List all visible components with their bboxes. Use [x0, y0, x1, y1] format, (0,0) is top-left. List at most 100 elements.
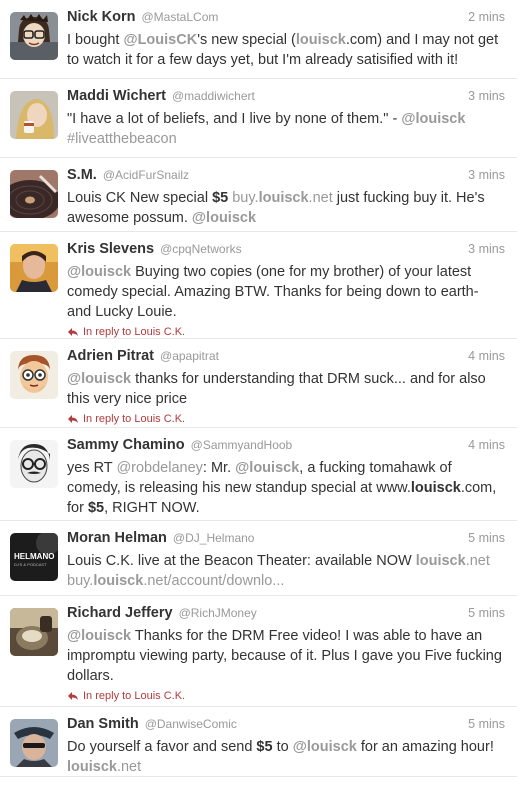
- tweet-username[interactable]: @AcidFurSnailz: [103, 168, 189, 182]
- photo-avatar-icon[interactable]: [10, 719, 58, 767]
- tweet-link[interactable]: @louisck: [192, 210, 256, 226]
- svg-text:HELMANO: HELMANO: [14, 552, 54, 561]
- tweet-fullname[interactable]: Moran Helman: [67, 530, 167, 546]
- tweet-timestamp[interactable]: 2 mins: [468, 10, 505, 24]
- tweet-timestamp[interactable]: 5 mins: [468, 531, 505, 545]
- cartoon-avatar-icon[interactable]: [10, 351, 58, 399]
- tweet-username[interactable]: @RichJMoney: [179, 606, 257, 620]
- record-avatar-icon[interactable]: [10, 170, 58, 218]
- tweet-link[interactable]: louisck: [93, 573, 143, 589]
- tweet-fullname[interactable]: Kris Slevens: [67, 241, 154, 257]
- photo-avatar-icon[interactable]: [10, 608, 58, 656]
- tweet-text-segment: to: [272, 739, 293, 755]
- tweet-fullname[interactable]: Maddi Wichert: [67, 88, 166, 104]
- photo-avatar-icon[interactable]: [10, 91, 58, 139]
- photo-avatar-icon[interactable]: [10, 244, 58, 292]
- tweet-link[interactable]: @louisck: [293, 739, 357, 755]
- tweet-username[interactable]: @DanwiseComic: [145, 717, 237, 731]
- tweet-link[interactable]: #liveatthebeacon: [67, 131, 177, 147]
- tweet-link[interactable]: buy.: [228, 190, 258, 206]
- tweet[interactable]: Dan Smith @DanwiseComic 5 mins Do yourse…: [0, 707, 517, 777]
- tweet-username[interactable]: @MastaLCom: [142, 10, 219, 24]
- tweet-timestamp[interactable]: 3 mins: [468, 168, 505, 182]
- tweet-link[interactable]: @louisck: [67, 371, 131, 387]
- tweet-username[interactable]: @DJ_Helmano: [173, 531, 255, 545]
- tweet[interactable]: Adrien Pitrat @apapitrat 4 mins @louisck…: [0, 339, 517, 428]
- in-reply-to-label: In reply to Louis C.K.: [83, 326, 186, 338]
- tweet-text-segment: $5: [256, 739, 273, 755]
- tweet-text-segment: : Mr.: [202, 460, 236, 476]
- tweet-text: yes RT @robdelaney: Mr. @louisck, a fuck…: [67, 458, 505, 518]
- tweet[interactable]: Kris Slevens @cpqNetworks 3 mins @louisc…: [0, 232, 517, 339]
- tweet-text-segment: Thanks for the DRM Free video! I was abl…: [67, 628, 502, 684]
- logo-avatar-icon[interactable]: HELMANO DJ'S & PODCAST: [10, 533, 58, 581]
- tweet-text-segment: I bought: [67, 32, 124, 48]
- tweet-fullname[interactable]: Sammy Chamino: [67, 437, 185, 453]
- tweet-timestamp[interactable]: 5 mins: [468, 606, 505, 620]
- tweet-username[interactable]: @SammyandHoob: [191, 438, 293, 452]
- tweet-text: "I have a lot of beliefs, and I live by …: [67, 109, 505, 149]
- tweet-text: Louis C.K. live at the Beacon Theater: a…: [67, 551, 505, 591]
- tweet-link[interactable]: louisck: [67, 759, 117, 775]
- tweet[interactable]: Maddi Wichert @maddiwichert 3 mins "I ha…: [0, 79, 517, 158]
- tweet-text-segment: $5: [87, 500, 105, 516]
- tweet-link[interactable]: .net: [466, 553, 490, 569]
- tweet-link[interactable]: .net/account/downlo...: [143, 573, 284, 589]
- tweet-link[interactable]: @louisck: [67, 628, 131, 644]
- tweet[interactable]: HELMANO DJ'S & PODCAST Moran Helman @DJ_…: [0, 521, 517, 596]
- reply-arrow-icon: [67, 327, 79, 337]
- tweet-link[interactable]: @LouisCK: [123, 32, 197, 48]
- timeline: Nick Korn @MastaLCom 2 mins I bought @Lo…: [0, 0, 517, 777]
- tweet-link[interactable]: @louisck: [401, 111, 465, 127]
- tweet[interactable]: Sammy Chamino @SammyandHoob 4 mins yes R…: [0, 428, 517, 521]
- in-reply-to-link[interactable]: In reply to Louis C.K.: [67, 325, 505, 339]
- tweet-text-segment: "I have a lot of beliefs, and I live by …: [67, 111, 402, 127]
- tweet-fullname[interactable]: Adrien Pitrat: [67, 348, 154, 364]
- tweet-text-segment: $5: [212, 190, 229, 206]
- reply-arrow-icon: [67, 414, 79, 424]
- tweet-fullname[interactable]: Richard Jeffery: [67, 605, 173, 621]
- tweet-timestamp[interactable]: 3 mins: [468, 89, 505, 103]
- tweet-link[interactable]: @louisck: [67, 264, 131, 280]
- tweet-text-segment: yes RT: [67, 460, 117, 476]
- tweet-link[interactable]: buy.: [67, 573, 93, 589]
- tweet-link[interactable]: louisck: [416, 553, 466, 569]
- in-reply-to-link[interactable]: In reply to Louis C.K.: [67, 412, 505, 426]
- tweet-text-segment: 's new special (: [197, 32, 296, 48]
- tweet-text-segment: , RIGHT NOW.: [104, 500, 200, 516]
- tweet-fullname[interactable]: S.M.: [67, 167, 97, 183]
- tweet-link[interactable]: .net: [309, 190, 333, 206]
- tweet-username[interactable]: @apapitrat: [160, 349, 219, 363]
- tweet[interactable]: Richard Jeffery @RichJMoney 5 mins @loui…: [0, 596, 517, 707]
- tweet-timestamp[interactable]: 3 mins: [468, 242, 505, 256]
- tweet-text: I bought @LouisCK's new special (louisck…: [67, 30, 505, 70]
- tweet-timestamp[interactable]: 4 mins: [468, 438, 505, 452]
- tweet-text-segment: louisck: [410, 480, 461, 496]
- svg-text:DJ'S & PODCAST: DJ'S & PODCAST: [14, 562, 47, 567]
- tweet-link[interactable]: .net: [117, 759, 141, 775]
- tweet-text: @louisck thanks for understanding that D…: [67, 369, 505, 409]
- tweet-link[interactable]: @louisck: [235, 460, 299, 476]
- tweet-text-segment: Do yourself a favor and send: [67, 739, 257, 755]
- in-reply-to-label: In reply to Louis C.K.: [83, 690, 186, 702]
- tweet-text: Louis CK New special $5 buy.louisck.net …: [67, 188, 505, 228]
- in-reply-to-link[interactable]: In reply to Louis C.K.: [67, 689, 505, 703]
- tweet-fullname[interactable]: Nick Korn: [67, 9, 136, 25]
- tweet-text: Do yourself a favor and send $5 to @loui…: [67, 737, 505, 777]
- tweet-text: @louisck Buying two copies (one for my b…: [67, 262, 505, 322]
- tweet-timestamp[interactable]: 4 mins: [468, 349, 505, 363]
- tweet[interactable]: Nick Korn @MastaLCom 2 mins I bought @Lo…: [0, 0, 517, 79]
- tweet-link[interactable]: @robdelaney: [116, 460, 202, 476]
- cartoon-avatar-icon[interactable]: [10, 12, 58, 60]
- sketch-avatar-icon[interactable]: [10, 440, 58, 488]
- reply-arrow-icon: [67, 691, 79, 701]
- tweet-username[interactable]: @maddiwichert: [172, 89, 255, 103]
- tweet-link[interactable]: louisck: [296, 32, 346, 48]
- tweet-fullname[interactable]: Dan Smith: [67, 716, 139, 732]
- tweet-text-segment: Louis C.K. live at the Beacon Theater: a…: [67, 553, 416, 569]
- tweet-timestamp[interactable]: 5 mins: [468, 717, 505, 731]
- tweet-username[interactable]: @cpqNetworks: [160, 242, 242, 256]
- tweet[interactable]: S.M. @AcidFurSnailz 3 mins Louis CK New …: [0, 158, 517, 232]
- tweet-text-segment: for an amazing hour!: [356, 739, 494, 755]
- tweet-link[interactable]: louisck: [259, 190, 309, 206]
